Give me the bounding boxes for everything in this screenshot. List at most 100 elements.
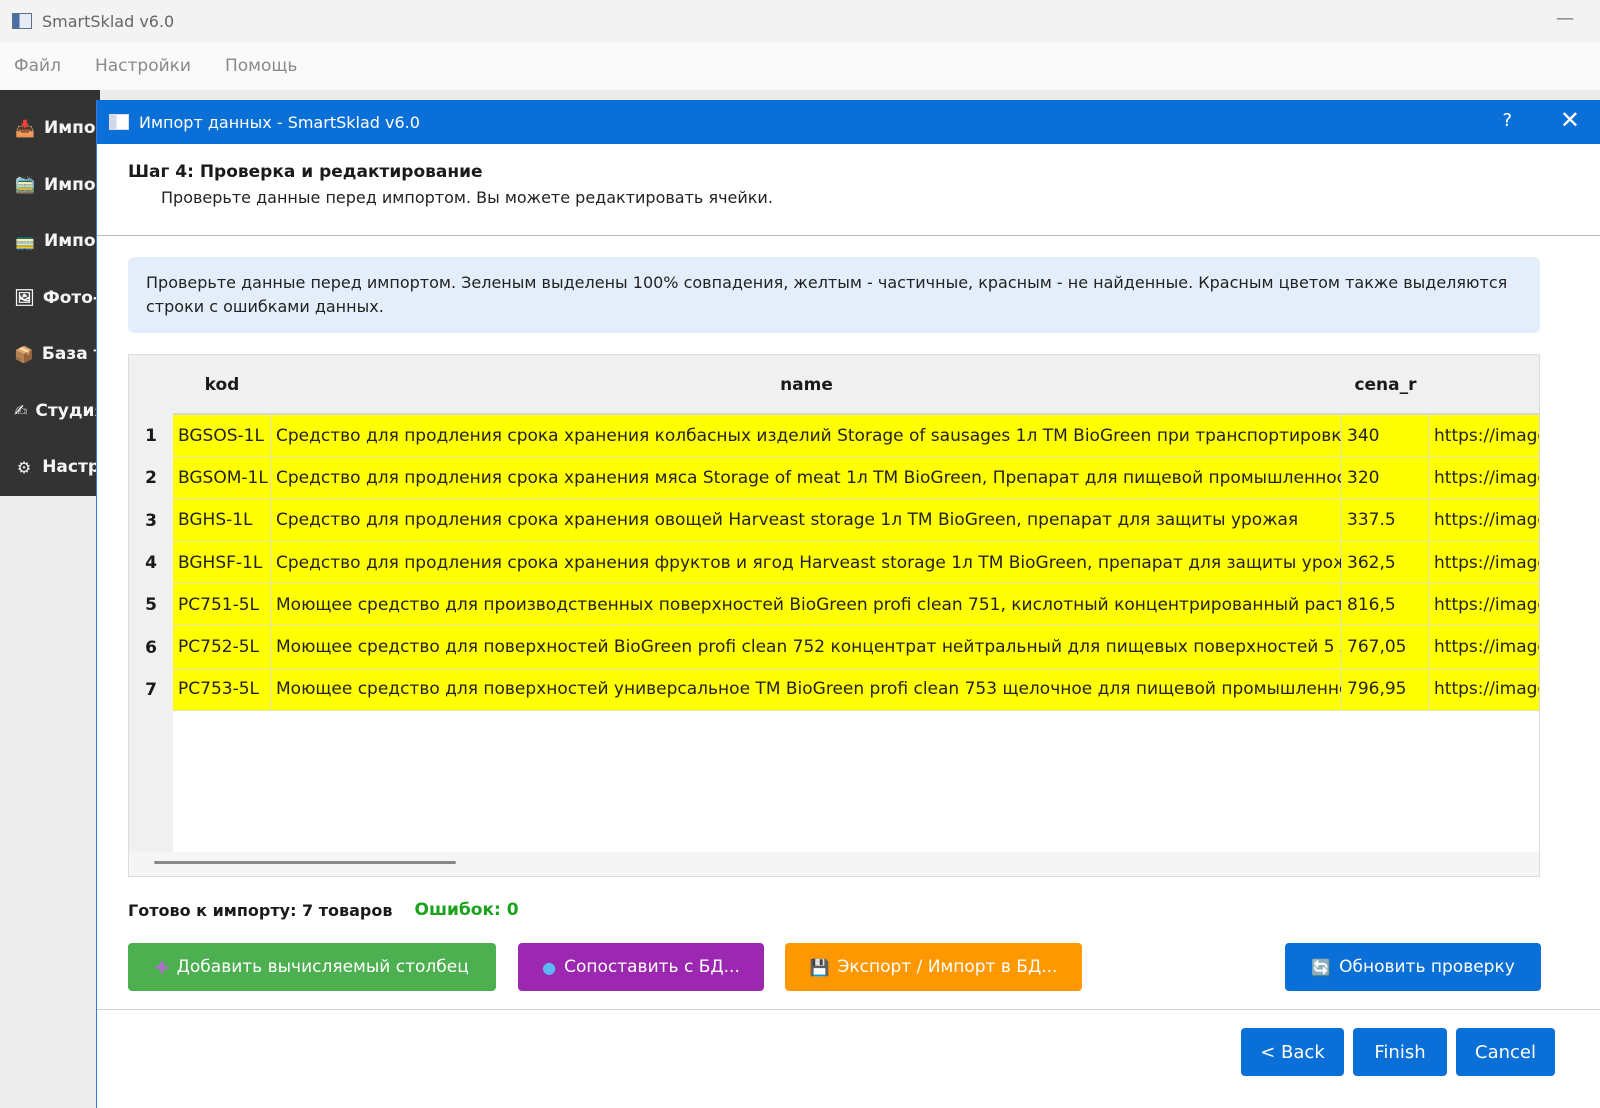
cancel-button[interactable]: Cancel xyxy=(1456,1028,1555,1076)
cell-cena-r[interactable]: 340 xyxy=(1342,415,1429,457)
horizontal-scrollbar[interactable] xyxy=(129,852,1539,876)
table-row[interactable]: PC753-5L Моющее средство для поверхносте… xyxy=(173,668,1539,712)
data-table: kod name cena_r 1 2 3 4 5 6 7 BGSOS-1L С… xyxy=(128,354,1540,877)
row-number[interactable]: 1 xyxy=(129,415,173,457)
refresh-icon: 🔄 xyxy=(1311,957,1332,977)
cell-name[interactable]: Средство для продления срока хранения ко… xyxy=(271,415,1342,457)
cell-name[interactable]: Средство для продления срока хранения фр… xyxy=(271,541,1342,584)
column-header-image[interactable] xyxy=(1429,355,1539,415)
dialog-titlebar: Импорт данных - SmartSklad v6.0 ? ✕ xyxy=(97,100,1600,144)
table-body: BGSOS-1L Средство для продления срока хр… xyxy=(173,415,1539,712)
menu-help[interactable]: Помощь xyxy=(225,56,297,76)
row-number-column: 1 2 3 4 5 6 7 xyxy=(129,415,173,853)
cell-cena-r[interactable]: 320 xyxy=(1342,457,1429,499)
row-number[interactable]: 7 xyxy=(129,669,173,711)
dialog-window-icon xyxy=(109,114,129,130)
table-row[interactable]: BGHSF-1L Средство для продления срока хр… xyxy=(173,541,1539,585)
cell-kod[interactable]: BGHSF-1L xyxy=(173,541,271,584)
export-import-button[interactable]: 💾 Экспорт / Импорт в БД... xyxy=(785,943,1082,991)
sidebar-item-label: Настр xyxy=(42,457,100,478)
match-db-button[interactable]: ● Сопоставить с БД... xyxy=(518,943,764,991)
table-row[interactable]: PC752-5L Моющее средство для поверхносте… xyxy=(173,626,1539,669)
sidebar-item-label: Импо xyxy=(44,174,96,195)
add-computed-column-button[interactable]: ✚ Добавить вычисляемый столбец xyxy=(128,943,496,991)
help-button[interactable]: ? xyxy=(1502,110,1512,131)
sidebar-item-label: Импо xyxy=(44,118,96,139)
cell-kod[interactable]: PC753-5L xyxy=(173,668,271,711)
refresh-check-button[interactable]: 🔄 Обновить проверку xyxy=(1285,943,1541,991)
cell-kod[interactable]: PC751-5L xyxy=(173,584,271,626)
train-icon: 🚞 xyxy=(15,175,35,195)
sidebar-item-import-2[interactable]: 🚞 Импо xyxy=(0,157,100,214)
gear-icon: ⚙ xyxy=(16,457,32,477)
cell-kod[interactable]: PC752-5L xyxy=(173,626,271,668)
cell-image-url[interactable]: https://image xyxy=(1429,669,1539,710)
back-button[interactable]: < Back xyxy=(1241,1028,1344,1076)
main-titlebar: SmartSklad v6.0 — xyxy=(0,0,1600,42)
add-computed-column-label: Добавить вычисляемый столбец xyxy=(176,957,469,977)
table-row[interactable]: BGSOM-1L Средство для продления срока хр… xyxy=(173,457,1539,500)
sidebar-item-photo[interactable]: 🖼 Фото- xyxy=(0,270,100,327)
cell-name[interactable]: Средство для продления срока хранения ов… xyxy=(271,499,1342,541)
table-row[interactable]: PC751-5L Моющее средство для производств… xyxy=(173,584,1539,627)
dialog-title: Импорт данных - SmartSklad v6.0 xyxy=(139,112,420,132)
cell-image-url[interactable]: https://image xyxy=(1429,542,1539,583)
menu-file[interactable]: Файл xyxy=(14,56,61,76)
cell-cena-r[interactable]: 337.5 xyxy=(1342,499,1429,541)
cell-cena-r[interactable]: 767,05 xyxy=(1342,626,1429,668)
table-row[interactable]: BGSOS-1L Средство для продления срока хр… xyxy=(173,415,1539,458)
cell-name[interactable]: Средство для продления срока хранения мя… xyxy=(271,457,1342,499)
cell-kod[interactable]: BGHS-1L xyxy=(173,499,271,541)
table-row[interactable]: BGHS-1L Средство для продления срока хра… xyxy=(173,499,1539,542)
cell-kod[interactable]: BGSOS-1L xyxy=(173,415,271,457)
sidebar: 📥 Импо 🚞 Импо 🚃 Импо 🖼 Фото- 📦 База т ✍ Студия… xyxy=(0,90,100,1108)
row-number[interactable]: 2 xyxy=(129,457,173,499)
plus-icon: ✚ xyxy=(155,957,169,977)
sidebar-item-import-1[interactable]: 📥 Импо xyxy=(0,100,100,157)
cell-name[interactable]: Моющее средство для поверхностей универс… xyxy=(271,668,1342,711)
column-header-kod[interactable]: kod xyxy=(173,355,271,415)
finish-button[interactable]: Finish xyxy=(1353,1028,1447,1076)
cell-image-url[interactable]: https://image xyxy=(1429,500,1539,541)
sidebar-item-label: База т xyxy=(41,344,100,365)
cell-name[interactable]: Моющее средство для поверхностей BioGree… xyxy=(271,626,1342,668)
railcar-icon: 🚃 xyxy=(15,231,35,251)
sidebar-item-label: Фото- xyxy=(42,287,100,308)
close-button[interactable]: ✕ xyxy=(1560,106,1580,134)
menu-settings[interactable]: Настройки xyxy=(95,56,191,76)
sidebar-item-settings[interactable]: ⚙ Настр xyxy=(0,439,100,496)
cell-image-url[interactable]: https://image xyxy=(1429,584,1539,625)
column-header-cena-r[interactable]: cena_r xyxy=(1342,355,1429,415)
refresh-check-label: Обновить проверку xyxy=(1339,957,1515,977)
cell-kod[interactable]: BGSOM-1L xyxy=(173,457,271,499)
sidebar-item-import-3[interactable]: 🚃 Импо xyxy=(0,213,100,270)
cell-name[interactable]: Моющее средство для производственных пов… xyxy=(271,584,1342,626)
step-title: Шаг 4: Проверка и редактирование xyxy=(128,162,483,182)
cell-image-url[interactable]: https://image xyxy=(1429,626,1539,667)
scrollbar-thumb[interactable] xyxy=(154,861,456,864)
minimize-button[interactable]: — xyxy=(1556,8,1574,29)
sidebar-item-database[interactable]: 📦 База т xyxy=(0,326,100,383)
match-db-label: Сопоставить с БД... xyxy=(564,957,740,977)
inbox-icon: 📥 xyxy=(15,118,35,138)
table-header: kod name cena_r xyxy=(173,355,1539,415)
row-number[interactable]: 6 xyxy=(129,626,173,668)
column-header-name[interactable]: name xyxy=(271,355,1342,415)
step-header: Шаг 4: Проверка и редактирование Проверь… xyxy=(97,144,1600,236)
footer-divider xyxy=(97,1009,1600,1010)
row-number[interactable]: 4 xyxy=(129,542,173,584)
sidebar-item-label: Импо xyxy=(44,231,96,252)
cell-image-url[interactable]: https://image xyxy=(1429,457,1539,498)
cell-cena-r[interactable]: 362,5 xyxy=(1342,541,1429,584)
row-number[interactable]: 3 xyxy=(129,500,173,542)
cell-cena-r[interactable]: 796,95 xyxy=(1342,668,1429,711)
cell-cena-r[interactable]: 816,5 xyxy=(1342,584,1429,626)
sidebar-item-label: Студия xyxy=(35,400,100,421)
error-count-label: Ошибок: 0 xyxy=(414,900,519,920)
row-number[interactable]: 5 xyxy=(129,584,173,626)
package-icon: 📦 xyxy=(14,344,34,364)
floppy-disk-icon: 💾 xyxy=(809,957,830,977)
cell-image-url[interactable]: https://image xyxy=(1429,415,1539,456)
sidebar-item-studio[interactable]: ✍ Студия xyxy=(0,383,100,440)
import-dialog: Импорт данных - SmartSklad v6.0 ? ✕ Шаг … xyxy=(96,100,1600,1108)
